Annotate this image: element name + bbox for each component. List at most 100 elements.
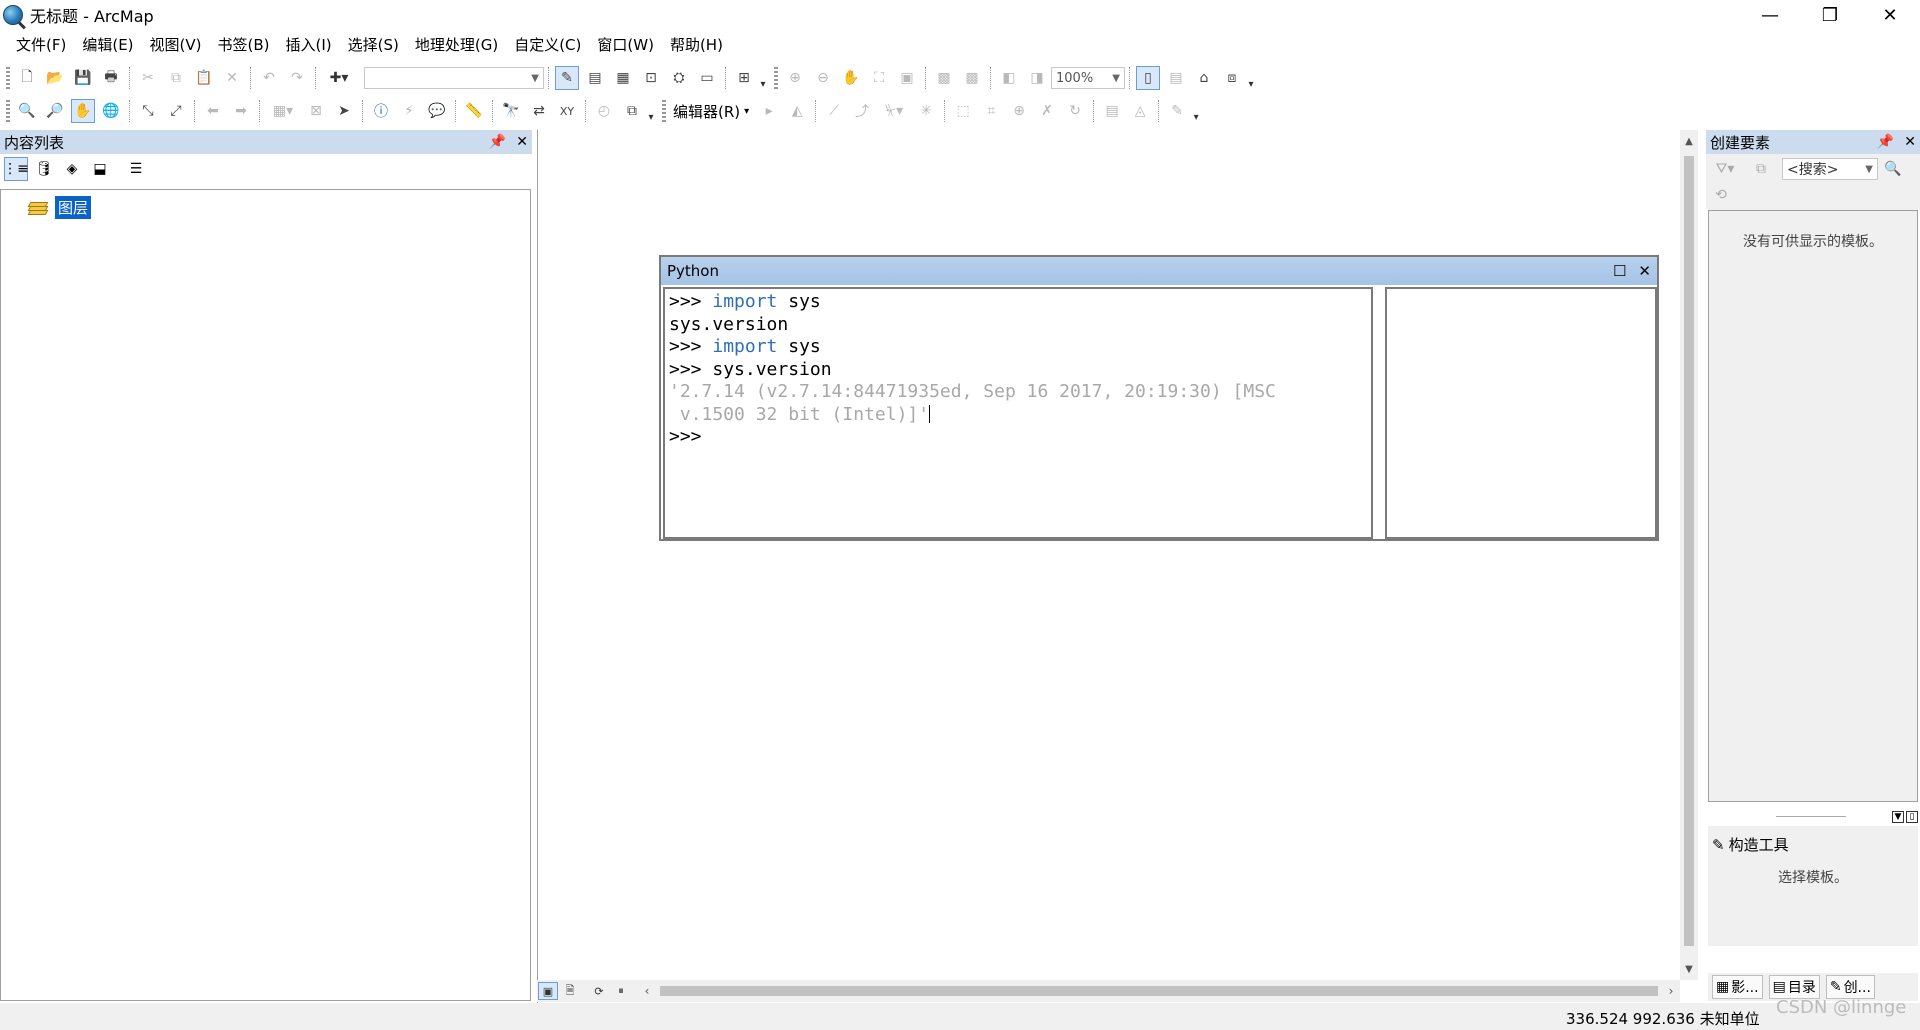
create-viewer-window-icon[interactable]: ⧉ bbox=[620, 99, 644, 123]
straight-segment-icon[interactable]: ⟋ bbox=[822, 99, 846, 123]
fixed-zoom-out-icon[interactable]: ▩ bbox=[960, 66, 984, 90]
time-slider-icon[interactable]: ◴ bbox=[592, 99, 616, 123]
close-icon[interactable]: ✕ bbox=[516, 134, 528, 150]
hyperlink-icon[interactable]: ⚡ bbox=[397, 99, 421, 123]
scroll-thumb[interactable] bbox=[660, 986, 1658, 996]
delete-icon[interactable]: ✕ bbox=[220, 66, 244, 90]
scroll-up-icon[interactable]: ▲ bbox=[1680, 132, 1698, 150]
copy-icon[interactable]: ⧉ bbox=[164, 66, 188, 90]
paste-icon[interactable]: 📋 bbox=[192, 66, 216, 90]
menu-view[interactable]: 视图(V) bbox=[142, 32, 210, 58]
edit-annotation-icon[interactable]: ◭ bbox=[785, 99, 809, 123]
pause-drawing-icon[interactable]: ⏸ bbox=[611, 982, 631, 1000]
fixed-zoom-out-icon[interactable]: ⤢ bbox=[164, 99, 188, 123]
undo-icon[interactable]: ↶ bbox=[257, 66, 281, 90]
toolbar-overflow-icon[interactable]: ▾ bbox=[758, 66, 768, 90]
toc-tree[interactable]: 图层 bbox=[0, 189, 531, 1001]
close-icon[interactable]: ✕ bbox=[1638, 262, 1651, 280]
python-window-icon[interactable]: ▭ bbox=[695, 66, 719, 90]
filter-icon[interactable]: ⛛▾ bbox=[1710, 158, 1740, 180]
zoom-in-icon[interactable]: 🔍 bbox=[15, 99, 39, 123]
editor-dropdown[interactable]: 编辑器(R) bbox=[669, 101, 744, 122]
scroll-left-icon[interactable]: ‹ bbox=[638, 982, 656, 1000]
open-folder-icon[interactable]: 📂 bbox=[43, 66, 67, 90]
layout-view-icon[interactable]: 🗎 bbox=[560, 982, 580, 1000]
scroll-down-icon[interactable]: ▼ bbox=[1680, 960, 1698, 978]
add-data-icon[interactable]: ✚▾ bbox=[322, 66, 356, 90]
rotate-tool-icon[interactable]: ↻ bbox=[1063, 99, 1087, 123]
list-by-drawing-order-icon[interactable]: ⋮≡ bbox=[3, 157, 29, 181]
go-back-icon[interactable]: ⬅ bbox=[201, 99, 225, 123]
toggle-draft-mode-icon[interactable]: ▯ bbox=[1136, 66, 1160, 90]
maximize-icon[interactable]: ☐ bbox=[1613, 262, 1626, 280]
menu-insert[interactable]: 插入(I) bbox=[278, 32, 340, 58]
toolbar-overflow-icon[interactable]: ▾ bbox=[1246, 66, 1256, 90]
catalog-window-icon[interactable]: ▦ bbox=[611, 66, 635, 90]
restore-button[interactable]: ❐ bbox=[1800, 0, 1860, 30]
menu-help[interactable]: 帮助(H) bbox=[662, 32, 731, 58]
close-button[interactable]: ✕ bbox=[1860, 0, 1920, 30]
refresh-icon[interactable]: ⟳ bbox=[589, 982, 609, 1000]
save-icon[interactable]: 💾 bbox=[71, 66, 95, 90]
layer-label[interactable]: 图层 bbox=[55, 196, 92, 219]
zoom-out-icon[interactable]: 🔎 bbox=[43, 99, 67, 123]
scroll-thumb[interactable] bbox=[1684, 156, 1694, 946]
menu-windows[interactable]: 窗口(W) bbox=[589, 32, 662, 58]
zoom-whole-page-icon[interactable]: ⛶ bbox=[867, 66, 891, 90]
scroll-right-icon[interactable]: › bbox=[1662, 982, 1680, 1000]
python-window-titlebar[interactable]: Python ☐ ✕ bbox=[661, 257, 1657, 285]
change-layout-icon[interactable]: ⌂ bbox=[1192, 66, 1216, 90]
modelbuilder-icon[interactable]: ⊞ bbox=[732, 66, 756, 90]
toolbar-overflow-icon[interactable]: ▾ bbox=[646, 99, 656, 123]
pane-splitter[interactable]: ▼ ▯ bbox=[1708, 810, 1918, 824]
menu-edit[interactable]: 编辑(E) bbox=[74, 32, 141, 58]
arctoolbox-icon[interactable]: ⛭ bbox=[667, 66, 691, 90]
point-icon[interactable]: ✳ bbox=[914, 99, 938, 123]
select-elements-icon[interactable]: ➤ bbox=[332, 99, 356, 123]
toolbar-grip[interactable] bbox=[6, 67, 10, 89]
menu-bookmarks[interactable]: 书签(B) bbox=[210, 32, 278, 58]
table-of-contents-icon[interactable]: ▤ bbox=[583, 66, 607, 90]
refresh-icon[interactable]: ⟲ bbox=[1710, 184, 1732, 206]
measure-icon[interactable]: 📏 bbox=[462, 99, 486, 123]
template-search-box[interactable]: <搜索> ▼ bbox=[1782, 158, 1878, 180]
map-horizontal-scrollbar[interactable]: ‹ › bbox=[638, 982, 1680, 1000]
python-console[interactable]: >>> import sys sys.version >>> import sys >… bbox=[663, 287, 1373, 539]
edit-vertices-icon[interactable]: ⬚ bbox=[951, 99, 975, 123]
redo-icon[interactable]: ↷ bbox=[285, 66, 309, 90]
list-by-source-icon[interactable]: 🛢 bbox=[32, 157, 56, 181]
clear-selection-icon[interactable]: ⊠ bbox=[304, 99, 328, 123]
toolbar-overflow-icon[interactable]: ▾ bbox=[1191, 99, 1201, 123]
print-icon[interactable]: 🖶 bbox=[99, 66, 123, 90]
minimize-button[interactable]: — bbox=[1740, 0, 1800, 30]
select-by-rectangle-icon[interactable]: ▦▾ bbox=[266, 99, 300, 123]
toolbar-grip[interactable] bbox=[6, 100, 10, 122]
options-icon[interactable]: ☰ bbox=[124, 157, 148, 181]
tab-image-analysis[interactable]: ▦ 影... bbox=[1712, 975, 1763, 999]
identify-icon[interactable]: ⓘ bbox=[369, 99, 393, 123]
close-icon[interactable]: ✕ bbox=[1904, 134, 1916, 150]
menu-file[interactable]: 文件(F) bbox=[8, 32, 74, 58]
new-document-icon[interactable]: 🗋 bbox=[15, 66, 39, 90]
search-window-icon[interactable]: ⊡ bbox=[639, 66, 663, 90]
editor-toolbar-icon[interactable]: ✎ bbox=[555, 66, 579, 90]
focus-data-frame-icon[interactable]: ▤ bbox=[1164, 66, 1188, 90]
html-popup-icon[interactable]: 💬 bbox=[425, 99, 449, 123]
tab-catalog[interactable]: ▤ 目录 bbox=[1768, 975, 1820, 999]
full-extent-icon[interactable]: 🌐 bbox=[99, 99, 123, 123]
pan-icon[interactable]: ✋ bbox=[71, 99, 95, 123]
create-features-icon[interactable]: ✎ bbox=[1165, 99, 1189, 123]
data-view-icon[interactable]: ▣ bbox=[538, 982, 558, 1000]
split-tool-icon[interactable]: ✗ bbox=[1035, 99, 1059, 123]
menu-customize[interactable]: 自定义(C) bbox=[506, 32, 589, 58]
toolbar-grip[interactable] bbox=[662, 100, 666, 122]
template-list[interactable]: 没有可供显示的模板。 bbox=[1708, 210, 1918, 802]
toolbar-grip[interactable] bbox=[774, 67, 778, 89]
zoom-100-icon[interactable]: ▣ bbox=[895, 66, 919, 90]
collapse-icon[interactable]: ▼ bbox=[1892, 811, 1904, 823]
layers-data-frame[interactable]: 图层 bbox=[27, 196, 92, 219]
find-route-icon[interactable]: ⇄ bbox=[527, 99, 551, 123]
fixed-zoom-in-icon[interactable]: ⤡ bbox=[136, 99, 160, 123]
expand-icon[interactable]: ▯ bbox=[1906, 811, 1918, 823]
menu-selection[interactable]: 选择(S) bbox=[340, 32, 407, 58]
